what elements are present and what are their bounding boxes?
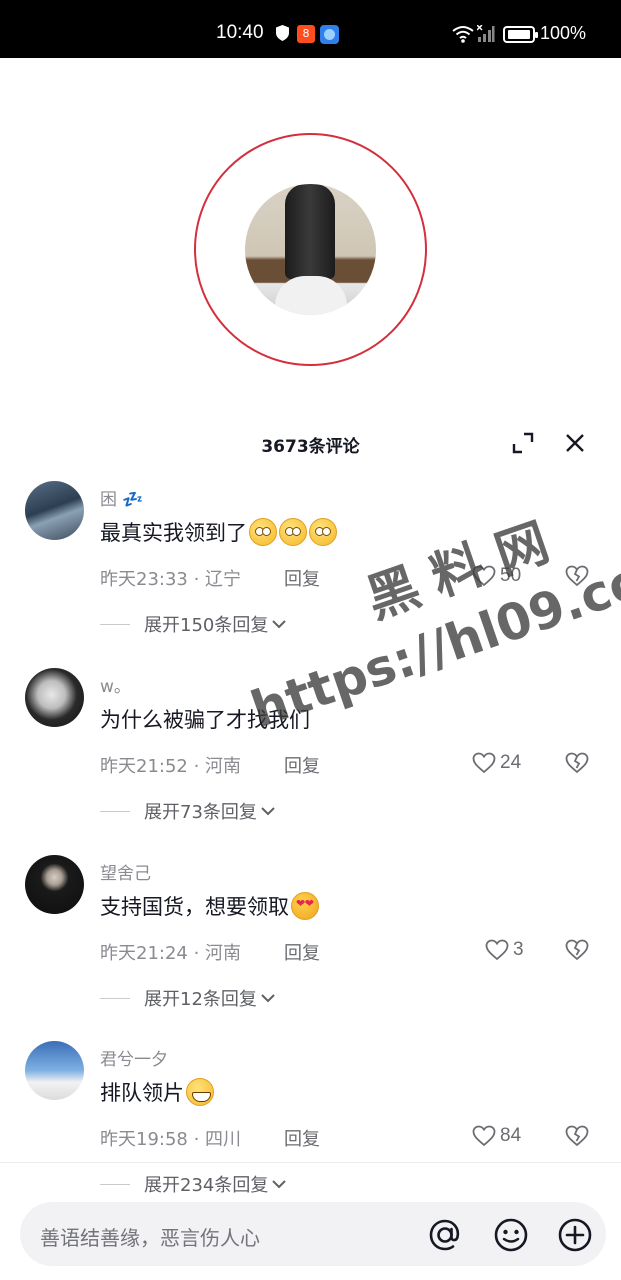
expand-replies-button[interactable]: 展开150条回复 bbox=[100, 611, 287, 637]
comment-input[interactable]: 善语结善缘，恶言伤人心 bbox=[20, 1202, 606, 1266]
comment-text: 为什么被骗了才找我们 bbox=[100, 708, 310, 732]
shield-icon bbox=[276, 25, 289, 41]
broken-heart-icon[interactable] bbox=[564, 750, 590, 776]
heart-icon bbox=[485, 939, 509, 961]
comment-item: 困 💤 最真实我领到了 昨天23:33 · 辽宁 回复 50 展开150条回复 bbox=[0, 481, 621, 661]
plus-icon[interactable] bbox=[556, 1216, 594, 1254]
status-time: 10:40 bbox=[216, 22, 264, 43]
smiley-icon[interactable] bbox=[492, 1216, 530, 1254]
pleading-face-emoji bbox=[279, 518, 307, 546]
heart-icon bbox=[472, 565, 496, 587]
chevron-down-icon bbox=[261, 994, 275, 1003]
grinning-face-emoji bbox=[186, 1078, 214, 1106]
signal-icon bbox=[477, 25, 495, 42]
commenter-avatar[interactable] bbox=[25, 668, 84, 727]
at-icon[interactable] bbox=[426, 1216, 464, 1254]
wifi-icon bbox=[452, 26, 474, 43]
battery-percent: 100% bbox=[540, 23, 587, 43]
status-bar: 10:40 8 100% bbox=[0, 0, 621, 58]
comment-item: 君兮一夕 排队领片 昨天19:58 · 四川 回复 84 展开234条回复 bbox=[0, 1041, 621, 1221]
comment-text: 最真实我领到了 bbox=[100, 517, 337, 547]
broken-heart-icon[interactable] bbox=[564, 937, 590, 963]
chevron-down-icon bbox=[272, 620, 287, 629]
commenter-avatar[interactable] bbox=[25, 1041, 84, 1100]
expand-replies-button[interactable]: 展开73条回复 bbox=[100, 798, 276, 824]
chevron-down-icon bbox=[261, 807, 275, 816]
battery-icon bbox=[503, 26, 538, 43]
broken-heart-icon[interactable] bbox=[564, 1123, 590, 1149]
reply-button[interactable]: 回复 bbox=[284, 752, 320, 778]
comment-item: w。 为什么被骗了才找我们 昨天21:52 · 河南 回复 24 展开73条回复 bbox=[0, 668, 621, 848]
like-button[interactable]: 3 bbox=[485, 937, 524, 963]
commenter-name[interactable]: 君兮一夕 bbox=[100, 1045, 168, 1070]
comment-item: 望舍己 支持国货，想要领取 昨天21:24 · 河南 回复 3 展开12条回复 bbox=[0, 855, 621, 1035]
heart-icon bbox=[472, 1125, 496, 1147]
like-count: 84 bbox=[500, 1125, 522, 1146]
reply-button[interactable]: 回复 bbox=[284, 565, 320, 591]
broken-heart-icon[interactable] bbox=[564, 563, 590, 589]
expand-icon[interactable] bbox=[511, 431, 535, 455]
comment-text: 排队领片 bbox=[100, 1077, 214, 1107]
close-icon[interactable] bbox=[563, 431, 587, 455]
comment-meta: 昨天19:58 · 四川 bbox=[100, 1129, 242, 1150]
divider bbox=[0, 1162, 621, 1163]
app-notification-icon: 8 bbox=[297, 25, 315, 43]
like-button[interactable]: 50 bbox=[472, 563, 521, 589]
profile-avatar[interactable] bbox=[245, 184, 376, 315]
comment-meta: 昨天21:24 · 河南 bbox=[100, 943, 242, 964]
commenter-name[interactable]: w。 bbox=[100, 672, 131, 697]
comment-text: 支持国货，想要领取 bbox=[100, 891, 319, 921]
like-button[interactable]: 24 bbox=[472, 750, 521, 776]
pleading-face-emoji bbox=[309, 518, 337, 546]
comment-meta: 昨天21:52 · 河南 bbox=[100, 756, 242, 777]
app-notification-icon bbox=[320, 25, 339, 44]
reply-button[interactable]: 回复 bbox=[284, 1125, 320, 1151]
like-count: 24 bbox=[500, 752, 522, 773]
heart-icon bbox=[472, 752, 496, 774]
commenter-name[interactable]: 望舍己 bbox=[100, 859, 151, 884]
commenter-avatar[interactable] bbox=[25, 481, 84, 540]
expand-replies-button[interactable]: 展开234条回复 bbox=[100, 1171, 287, 1197]
commenter-avatar[interactable] bbox=[25, 855, 84, 914]
like-count: 50 bbox=[500, 565, 522, 586]
reply-button[interactable]: 回复 bbox=[284, 939, 320, 965]
commenter-name[interactable]: 困 💤 bbox=[100, 485, 144, 510]
like-button[interactable]: 84 bbox=[472, 1123, 521, 1149]
comment-meta: 昨天23:33 · 辽宁 bbox=[100, 569, 242, 590]
comment-input-placeholder: 善语结善缘，恶言伤人心 bbox=[40, 1226, 260, 1250]
like-count: 3 bbox=[513, 939, 524, 960]
chevron-down-icon bbox=[272, 1180, 287, 1189]
expand-replies-button[interactable]: 展开12条回复 bbox=[100, 985, 276, 1011]
pleading-face-emoji bbox=[249, 518, 277, 546]
heart-eyes-emoji bbox=[291, 892, 319, 920]
